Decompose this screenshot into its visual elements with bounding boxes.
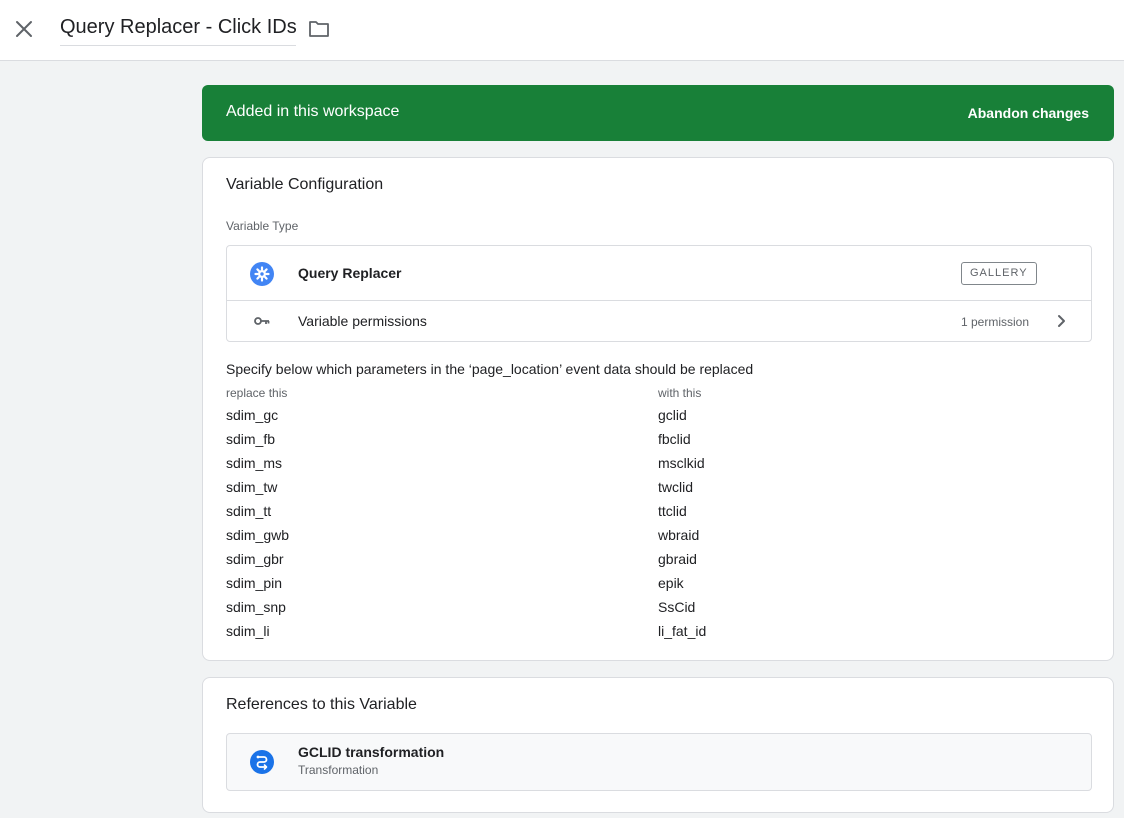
permissions-count: 1 permission [961,315,1030,329]
table-row: sdim_ms msclkid [226,452,1086,476]
table-row: sdim_gbr gbraid [226,548,1086,572]
abandon-changes-button[interactable]: Abandon changes [968,105,1089,121]
replace-cell: sdim_gbr [226,551,284,567]
replace-cell: sdim_tw [226,479,278,495]
gallery-badge: GALLERY [961,262,1037,285]
references-card: References to this Variable GCLID transf… [202,677,1114,813]
banner-text: Added in this workspace [226,103,400,120]
table-row: sdim_tw twclid [226,476,1086,500]
variable-type-name: Query Replacer [298,265,402,281]
close-icon[interactable] [13,18,35,40]
with-cell: epik [658,575,684,591]
replace-cell: sdim_li [226,623,270,639]
card-title: Variable Configuration [226,176,384,193]
gear-icon [250,262,274,286]
variable-configuration-card: Variable Configuration Variable Type Que… [202,157,1114,661]
top-bar: Query Replacer - Click IDs [0,0,1124,61]
with-cell: fbclid [658,431,691,447]
column-header-replace: replace this [226,386,288,400]
replace-cell: sdim_ms [226,455,283,471]
chevron-right-icon [1055,312,1069,330]
replace-cell: sdim_gwb [226,527,290,543]
table-row: sdim_tt ttclid [226,500,1086,524]
variable-permissions-row[interactable]: Variable permissions 1 permission [227,301,1091,342]
reference-item-gclid-transformation[interactable]: GCLID transformation Transformation [226,733,1092,791]
with-cell: gbraid [658,551,697,567]
table-row: sdim_snp SsCid [226,596,1086,620]
key-icon [253,314,271,328]
replace-cell: sdim_pin [226,575,283,591]
with-cell: twclid [658,479,694,495]
replacement-description: Specify below which parameters in the ‘p… [226,361,754,377]
with-cell: wbraid [658,527,700,543]
table-row: sdim_li li_fat_id [226,620,1086,644]
with-cell: msclkid [658,455,705,471]
transformation-icon [250,750,274,774]
variable-type-label: Variable Type [226,219,299,233]
table-row: sdim_pin epik [226,572,1086,596]
variable-type-box: Query Replacer GALLERY Variable permissi… [226,245,1092,342]
table-row: sdim_gc gclid [226,404,1086,428]
workspace-banner: Added in this workspace Abandon changes [202,85,1114,141]
table-row: sdim_gwb wbraid [226,524,1086,548]
replace-cell: sdim_gc [226,407,279,423]
reference-type: Transformation [298,763,379,777]
replacement-table: sdim_gc gclid sdim_fb fbclid sdim_ms msclki… [226,404,1086,644]
page-title[interactable]: Query Replacer - Click IDs [60,16,297,46]
variable-type-row[interactable]: Query Replacer GALLERY [227,246,1091,301]
table-row: sdim_fb fbclid [226,428,1086,452]
column-header-with: with this [658,386,702,400]
with-cell: ttclid [658,503,687,519]
folder-icon[interactable] [308,19,330,39]
replace-cell: sdim_fb [226,431,276,447]
with-cell: SsCid [658,599,696,615]
with-cell: li_fat_id [658,623,707,639]
with-cell: gclid [658,407,687,423]
permissions-label: Variable permissions [298,313,427,329]
replace-cell: sdim_tt [226,503,272,519]
card-title: References to this Variable [226,696,417,713]
reference-name: GCLID transformation [298,744,445,760]
replace-cell: sdim_snp [226,599,286,615]
